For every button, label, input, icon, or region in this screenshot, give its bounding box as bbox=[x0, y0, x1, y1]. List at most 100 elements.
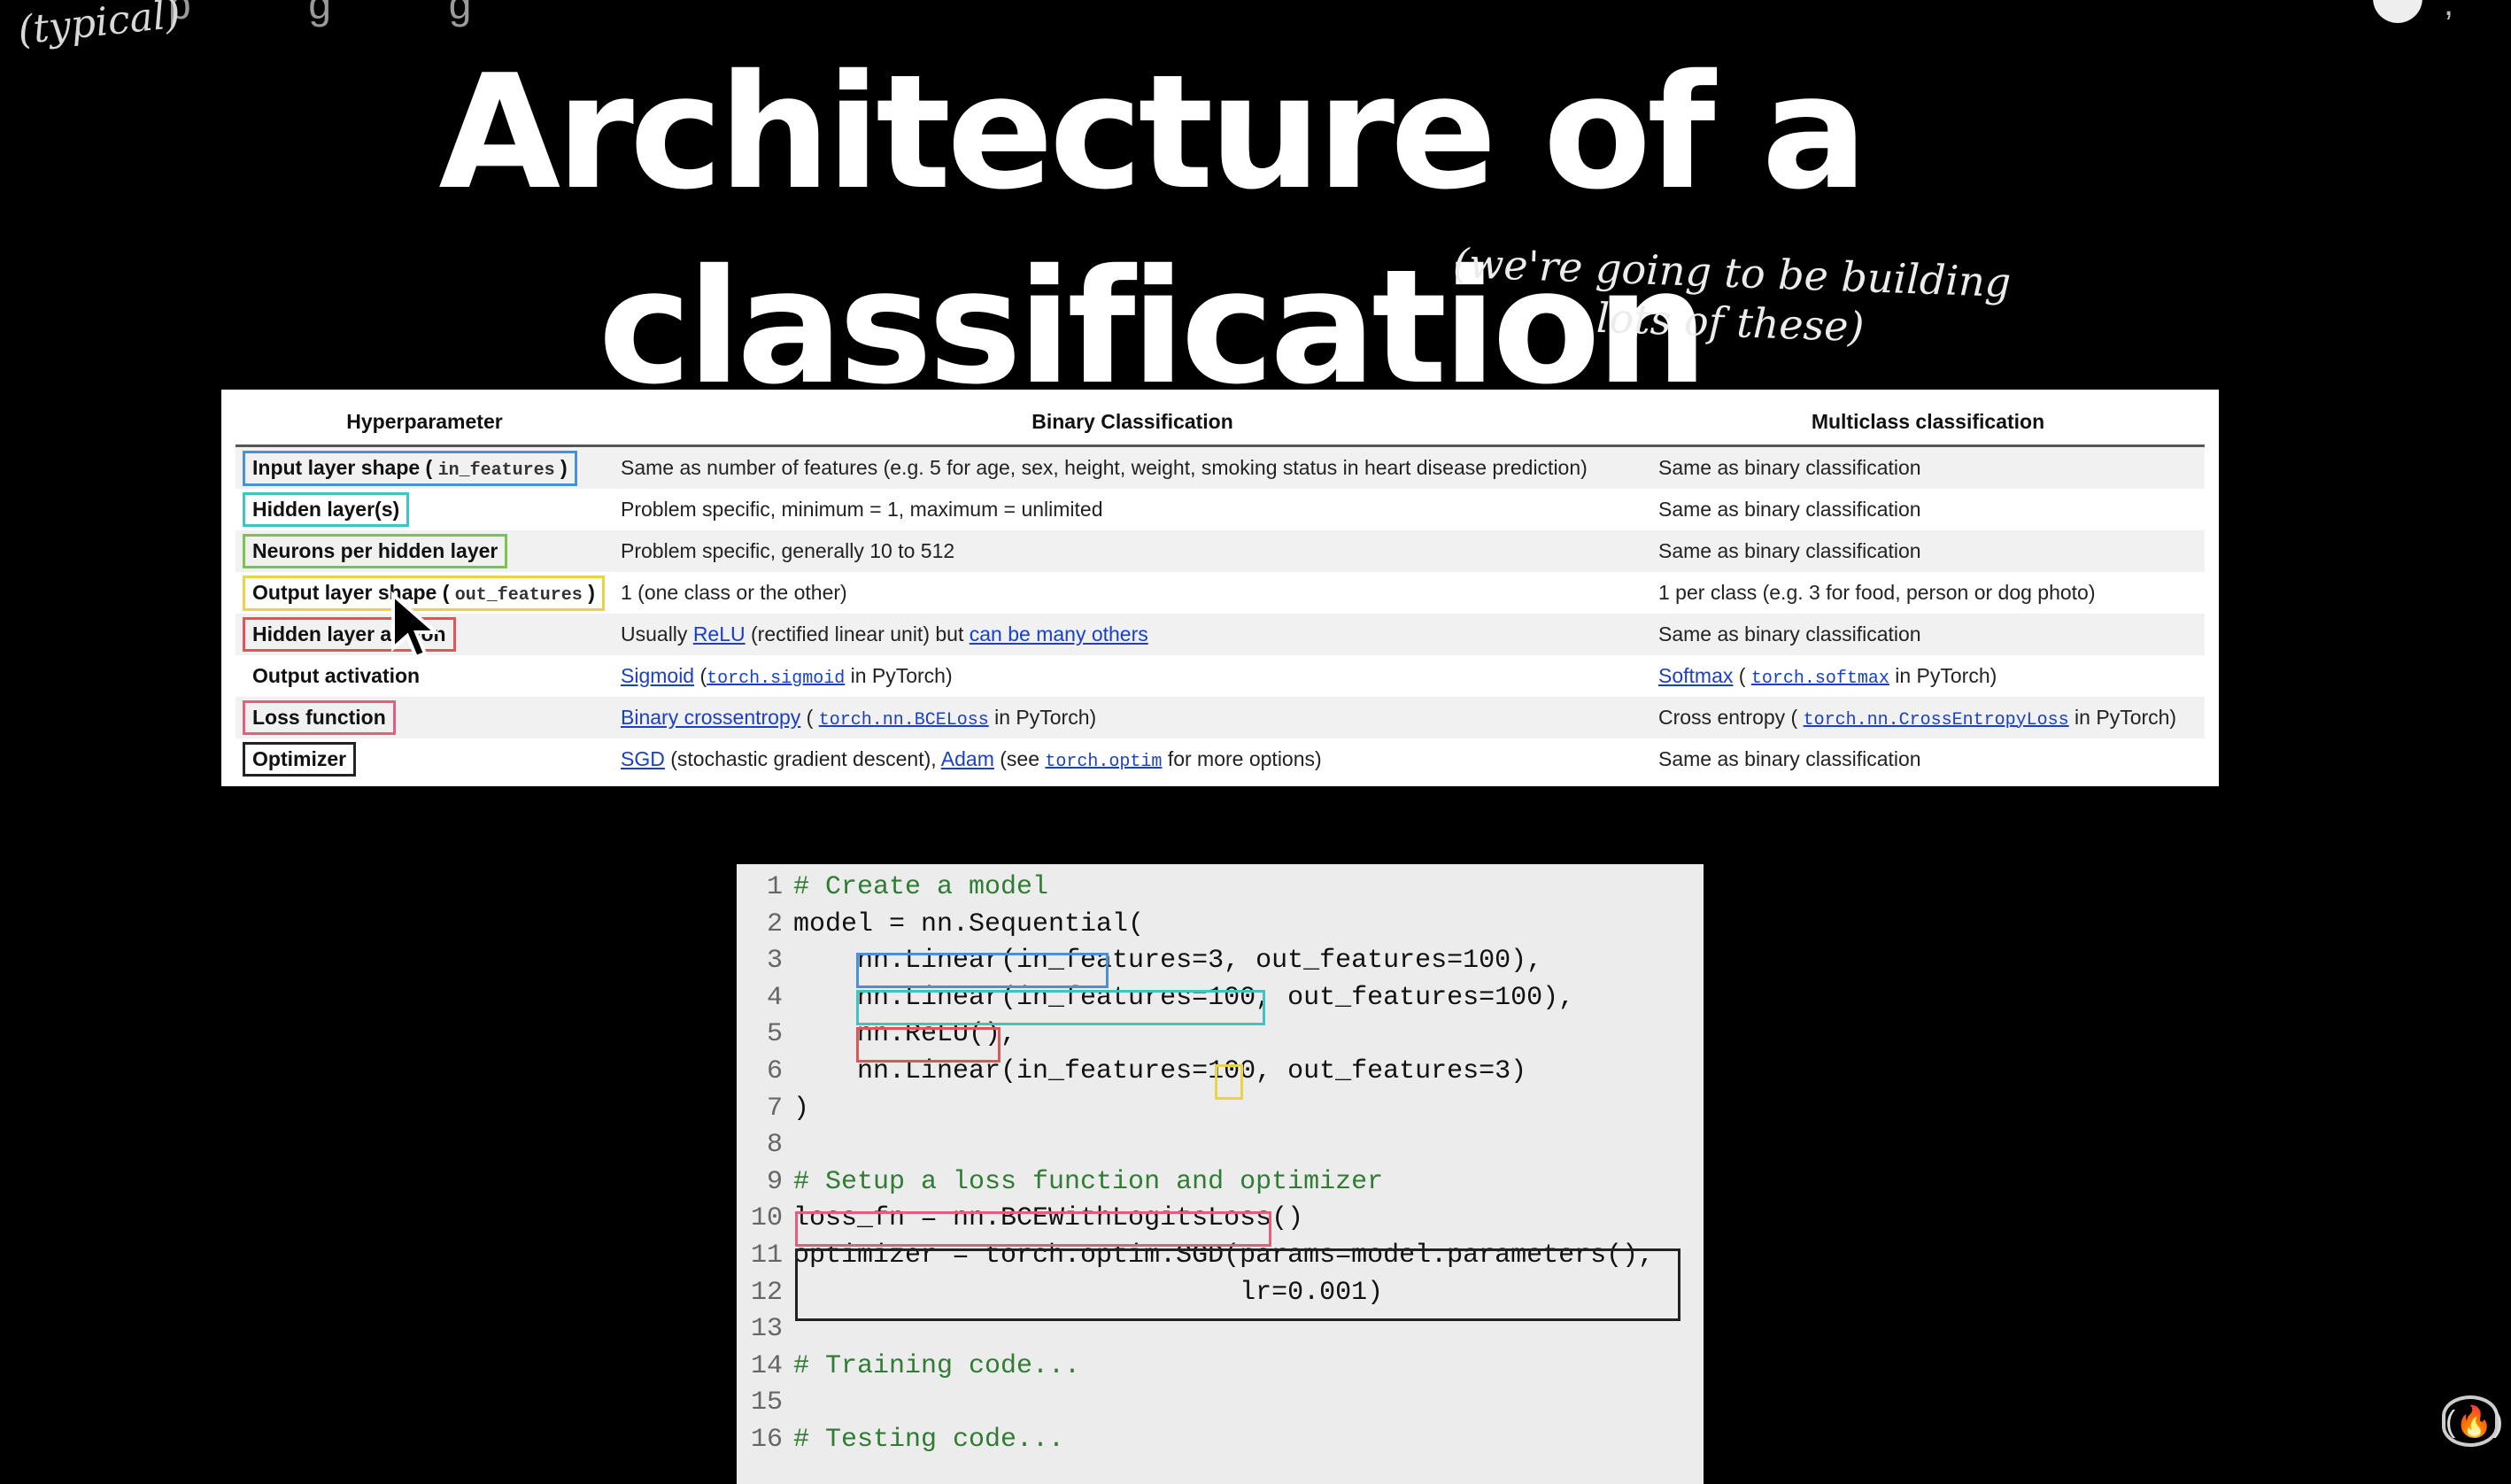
col-header-hyperparameter: Hyperparameter bbox=[236, 398, 614, 447]
table-row: Hidden layer(s) Problem specific, minimum… bbox=[236, 489, 2205, 530]
line-number: 2 bbox=[766, 908, 783, 939]
cell-binary: Problem specific, minimum = 1, maximum =… bbox=[614, 489, 1651, 530]
binary-code-link[interactable]: torch.nn.BCELoss bbox=[819, 710, 989, 730]
hyperparameter-table: Hyperparameter Binary Classification Mul… bbox=[236, 398, 2205, 780]
line-number: 7 bbox=[766, 1093, 783, 1124]
hyperparameter-code: out_features bbox=[454, 584, 583, 606]
code-line: 2 model = nn.Sequential( bbox=[737, 907, 1704, 944]
binary-link[interactable]: SGD bbox=[621, 747, 665, 770]
table-row: Optimizer SGD (stochastic gradient descen… bbox=[236, 738, 2205, 780]
cell-hyperparameter: Hidden layer(s) bbox=[236, 489, 614, 530]
line-number: 14 bbox=[750, 1350, 783, 1381]
hyperparameter-label: Output activation bbox=[243, 659, 429, 693]
table-row: Loss function Binary crossentropy ( torch… bbox=[236, 697, 2205, 738]
table-row: Hidden layer ac tion Usually ReLU (rectif… bbox=[236, 614, 2205, 655]
cell-hyperparameter: Input layer shape ( in_features ) bbox=[236, 445, 614, 489]
binary-pre: Usually bbox=[621, 622, 693, 645]
multiclass-post: in PyTorch) bbox=[2068, 705, 2177, 729]
line-number: 5 bbox=[766, 1019, 783, 1050]
code-panel: 1 # Create a model 2 model = nn.Sequential(… bbox=[737, 864, 1704, 1484]
line-number: 4 bbox=[766, 982, 783, 1013]
table-row: Output activation Sigmoid (torch.sigmoid … bbox=[236, 655, 2205, 697]
code-line: 9 # Setup a loss function and optimizer bbox=[737, 1164, 1704, 1202]
table-row: Neurons per hidden layer Problem specific… bbox=[236, 530, 2205, 572]
cell-multiclass: Same as binary classification bbox=[1651, 445, 2205, 489]
binary-link[interactable]: ReLU bbox=[693, 622, 746, 645]
binary-text: Problem specific, minimum = 1, maximum =… bbox=[621, 498, 1103, 521]
binary-link[interactable]: Sigmoid bbox=[621, 664, 694, 687]
line-number: 13 bbox=[750, 1314, 783, 1345]
hyperparameter-label: Neurons per hidden layer bbox=[243, 534, 508, 568]
hyperparameter-text: Hidden layer(s) bbox=[252, 498, 400, 521]
binary-post: in PyTorch) bbox=[988, 705, 1097, 729]
cell-multiclass: Same as binary classification bbox=[1651, 738, 2205, 780]
cell-binary: Same as number of features (e.g. 5 for a… bbox=[614, 445, 1651, 489]
binary-mid: (stochastic gradient descent), bbox=[664, 746, 941, 770]
cell-multiclass: 1 per class (e.g. 3 for food, person or … bbox=[1651, 572, 2205, 614]
multiclass-text: Same as binary classification bbox=[1658, 622, 1921, 645]
hyperparameter-label: Input layer shape ( in_features ) bbox=[243, 450, 577, 486]
line-number: 8 bbox=[766, 1130, 783, 1161]
line-number: 12 bbox=[750, 1277, 783, 1308]
table-row: Input layer shape ( in_features ) Same as… bbox=[236, 445, 2205, 489]
hyperparameter-label: Hidden layer(s) bbox=[243, 492, 410, 527]
code-text: # Training code... bbox=[793, 1350, 1081, 1381]
col-header-multiclass: Multiclass classification bbox=[1651, 398, 2205, 447]
top-right-fragment: , bbox=[2444, 0, 2454, 23]
cell-binary: Problem specific, generally 10 to 512 bbox=[614, 530, 1651, 572]
freecodecamp-logo-icon: (🔥) bbox=[2442, 1395, 2503, 1447]
cell-multiclass: Same as binary classification bbox=[1651, 530, 2205, 572]
cell-multiclass: Cross entropy ( torch.nn.CrossEntropyLos… bbox=[1651, 697, 2205, 738]
cell-hyperparameter: Neurons per hidden layer bbox=[236, 530, 614, 572]
binary-post: in PyTorch) bbox=[845, 663, 953, 687]
multiclass-code-link[interactable]: torch.nn.CrossEntropyLoss bbox=[1804, 710, 2069, 730]
hyperparameter-table-panel: Hyperparameter Binary Classification Mul… bbox=[221, 390, 2219, 786]
box-in-features-3 bbox=[856, 953, 1109, 988]
multiclass-code-link[interactable]: torch.softmax bbox=[1751, 669, 1889, 689]
binary-mid: (rectified linear unit) but bbox=[745, 622, 970, 645]
code-line: 15 bbox=[737, 1385, 1704, 1422]
cell-binary: Sigmoid (torch.sigmoid in PyTorch) bbox=[614, 655, 1651, 697]
code-text: # Create a model bbox=[793, 872, 1049, 902]
hyperparameter-label: Loss function bbox=[243, 700, 396, 735]
title-line-1: Architecture of a classification bbox=[438, 41, 1867, 419]
binary-post: for more options) bbox=[1162, 746, 1322, 770]
cell-multiclass: Same as binary classification bbox=[1651, 489, 2205, 530]
cell-hyperparameter: Loss function bbox=[236, 697, 614, 738]
code-text: # Testing code... bbox=[793, 1424, 1065, 1455]
box-hidden-layer bbox=[856, 990, 1265, 1025]
multiclass-text: 1 per class (e.g. 3 for food, person or … bbox=[1658, 581, 2096, 604]
code-line: 8 bbox=[737, 1127, 1704, 1164]
binary-code-link[interactable]: torch.sigmoid bbox=[707, 669, 845, 689]
table-row: Output layer shape ( out_features ) 1 (on… bbox=[236, 572, 2205, 614]
mouse-pointer-icon bbox=[391, 591, 441, 660]
cell-hyperparameter: Optimizer bbox=[236, 738, 614, 780]
multiclass-text: Same as binary classification bbox=[1658, 498, 1921, 521]
binary-text: Same as number of features (e.g. 5 for a… bbox=[621, 456, 1588, 479]
line-number: 16 bbox=[750, 1424, 783, 1455]
binary-link[interactable]: Binary crossentropy bbox=[621, 706, 800, 729]
binary-link-2[interactable]: Adam bbox=[941, 747, 994, 770]
multiclass-text: Same as binary classification bbox=[1658, 456, 1921, 479]
line-number: 15 bbox=[750, 1387, 783, 1418]
box-relu bbox=[856, 1027, 1001, 1063]
hyperparameter-text: Loss function bbox=[252, 706, 386, 729]
binary-see: (see bbox=[993, 746, 1046, 770]
code-text: model = nn.Sequential( bbox=[793, 908, 1145, 939]
hyperparameter-text: Neurons per hidden layer bbox=[252, 539, 498, 562]
multiclass-text: Same as binary classification bbox=[1658, 747, 1921, 770]
hyperparameter-label: Optimizer bbox=[243, 742, 357, 777]
line-number: 6 bbox=[766, 1055, 783, 1086]
line-number: 10 bbox=[750, 1203, 783, 1234]
binary-link-2[interactable]: can be many others bbox=[970, 622, 1148, 645]
avatar bbox=[2373, 0, 2422, 23]
binary-code-link[interactable]: torch.optim bbox=[1045, 752, 1162, 772]
cell-multiclass: Softmax ( torch.softmax in PyTorch) bbox=[1658, 663, 1997, 689]
box-optimizer bbox=[795, 1248, 1680, 1321]
cell-binary: SGD (stochastic gradient descent), Adam … bbox=[614, 738, 1651, 780]
hyperparameter-text: Optimizer bbox=[252, 747, 347, 770]
multiclass-link[interactable]: Softmax bbox=[1658, 664, 1733, 687]
line-number: 1 bbox=[766, 872, 783, 902]
multiclass-pre: Cross entropy ( bbox=[1658, 705, 1804, 729]
cell-multiclass: Same as binary classification bbox=[1651, 614, 2205, 655]
